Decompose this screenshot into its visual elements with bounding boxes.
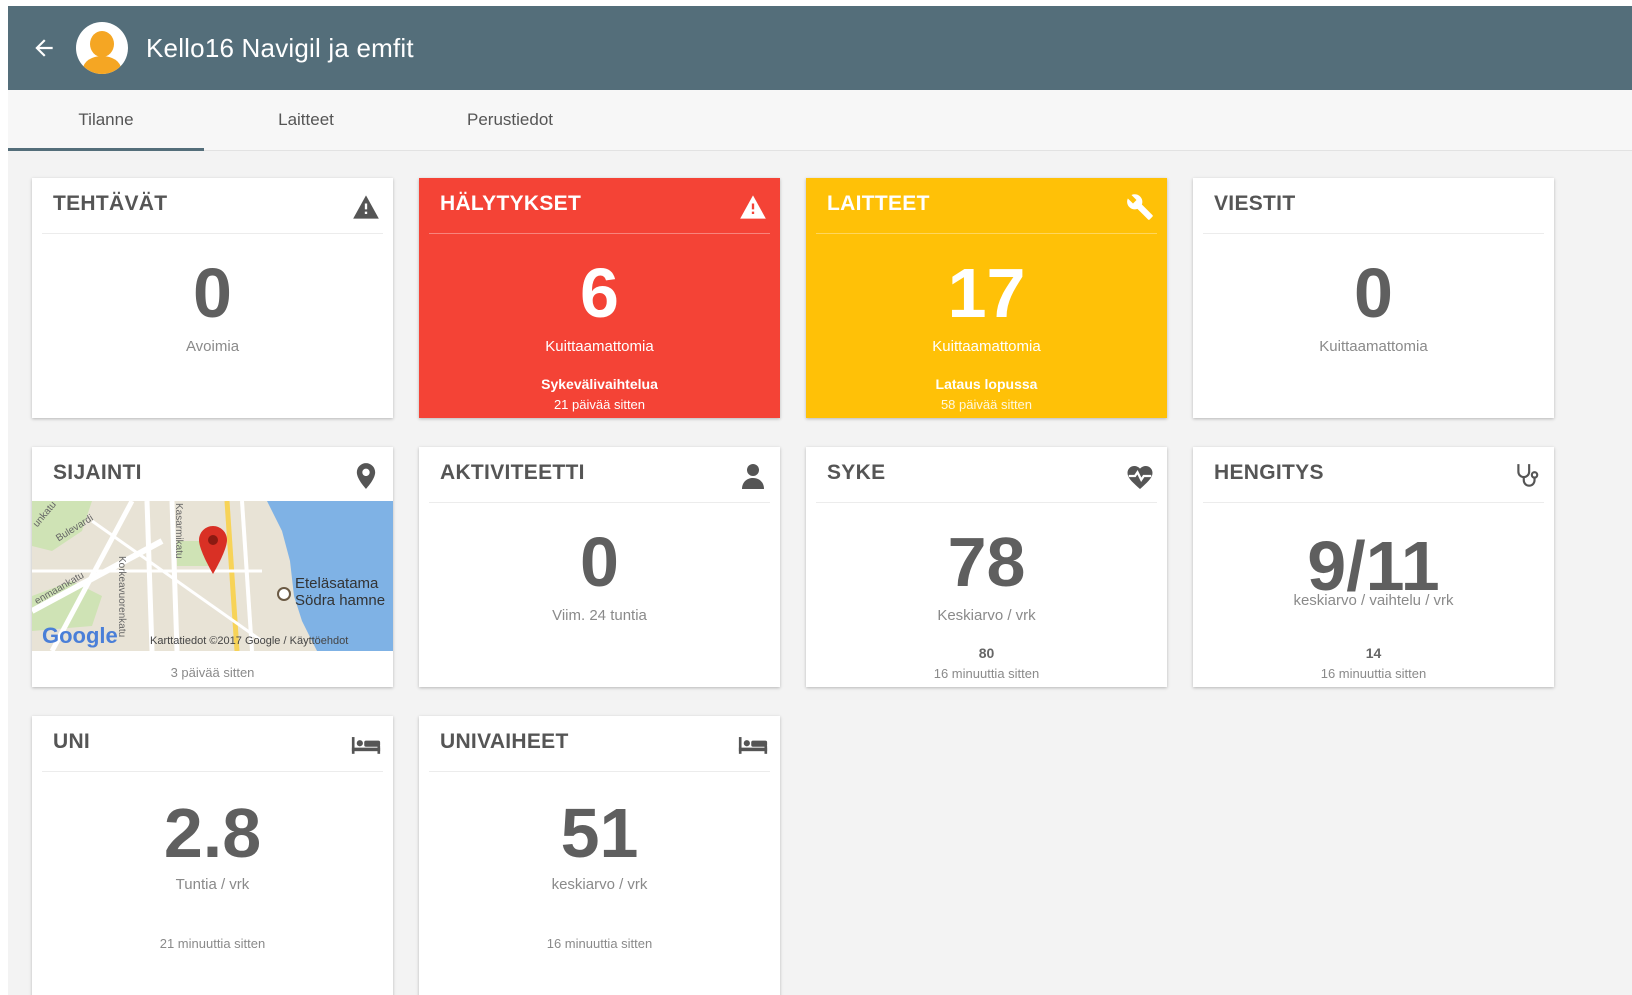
timestamp: 58 päivää sitten — [940, 397, 1033, 412]
google-logo: Google — [42, 623, 118, 648]
card-subtitle: keskiarvo / vrk — [551, 876, 648, 893]
avatar[interactable] — [76, 22, 128, 74]
card-sijainti[interactable]: SIJAINTI Bulevardi Korkeavuorenkatu Kasa… — [32, 447, 393, 687]
card-title: LAITTEET — [827, 192, 930, 215]
card-title: UNI — [53, 730, 91, 753]
card-subtitle: Kuittaamattomia — [1319, 338, 1428, 355]
page-title: Kello16 Navigil ja emfit — [146, 32, 414, 63]
stethoscope-icon — [1512, 461, 1542, 491]
card-subtitle: Viim. 24 tuntia — [552, 607, 647, 624]
card-title: HENGITYS — [1214, 461, 1324, 484]
timestamp: 21 päivää sitten — [553, 397, 646, 412]
card-subtitle: Keskiarvo / vrk — [937, 607, 1036, 624]
card-laitteet[interactable]: LAITTEET 17 Kuittaamattomia Lataus lopus… — [806, 178, 1167, 418]
wrench-icon — [1125, 192, 1155, 222]
bed-icon — [738, 730, 768, 760]
card-univaiheet[interactable]: UNIVAIHEET 51 keskiarvo / vrk 16 minuutt… — [419, 716, 780, 995]
card-tehtavat[interactable]: TEHTÄVÄT 0 Avoimia — [32, 178, 393, 418]
card-title: HÄLYTYKSET — [440, 192, 582, 215]
card-subtitle: keskiarvo / vaihtelu / vrk — [1293, 592, 1454, 609]
card-subtitle: Kuittaamattomia — [932, 338, 1041, 355]
timestamp: 21 minuuttia sitten — [159, 936, 266, 951]
timestamp: 16 minuuttia sitten — [546, 936, 653, 951]
card-halytykset[interactable]: HÄLYTYKSET 6 Kuittaamattomia Sykevälivai… — [419, 178, 780, 418]
location-map[interactable]: Bulevardi Korkeavuorenkatu Kasarmikatu e… — [32, 501, 393, 651]
sleep-value: 2.8 — [163, 794, 262, 872]
map-attribution: Karttatiedot ©2017 Google / Käyttöehdot — [150, 635, 349, 647]
card-title: AKTIVITEETTI — [440, 461, 585, 484]
person-avatar-icon — [90, 31, 114, 57]
card-aktiviteetti[interactable]: AKTIVITEETTI 0 Viim. 24 tuntia — [419, 447, 780, 687]
activity-value: 0 — [580, 523, 619, 601]
latest-heart-rate: 80 — [978, 645, 995, 661]
alert-count: 6 — [580, 254, 619, 332]
arrow-left-icon — [35, 39, 53, 57]
sleep-stages-value: 51 — [560, 794, 639, 872]
card-subtitle: Kuittaamattomia — [545, 338, 654, 355]
card-viestit[interactable]: VIESTIT 0 Kuittaamattomia — [1193, 178, 1554, 418]
heart-rate-value: 78 — [947, 523, 1026, 601]
tab-tilanne[interactable]: Tilanne — [8, 90, 204, 151]
attribution-text: Karttatiedot ©2017 Google — [150, 635, 281, 647]
warning-icon — [351, 192, 381, 222]
poi-icon — [277, 587, 291, 601]
card-title: TEHTÄVÄT — [53, 192, 168, 215]
card-subtitle: Tuntia / vrk — [175, 876, 250, 893]
timestamp: 16 minuuttia sitten — [1320, 666, 1427, 681]
timestamp: 3 päivää sitten — [170, 665, 255, 680]
card-title: VIESTIT — [1214, 192, 1296, 215]
card-uni[interactable]: UNI 2.8 Tuntia / vrk 21 minuuttia sitten — [32, 716, 393, 995]
card-subtitle: Avoimia — [185, 338, 240, 355]
place-label: Södra hamne — [295, 592, 386, 609]
card-title: UNIVAIHEET — [440, 730, 569, 753]
latest-respiration: 14 — [1365, 645, 1382, 661]
message-count: 0 — [1354, 254, 1393, 332]
timestamp: 16 minuuttia sitten — [933, 666, 1040, 681]
street-label: Kasarmikatu — [173, 503, 184, 559]
place-label: Eteläsatama — [295, 575, 379, 592]
warning-icon — [738, 192, 768, 222]
card-title: SYKE — [827, 461, 886, 484]
latest-device-event: Lataus lopussa — [935, 376, 1038, 392]
person-icon — [738, 461, 768, 491]
heart-pulse-icon — [1125, 461, 1155, 491]
back-button[interactable] — [22, 26, 66, 70]
card-title: SIJAINTI — [53, 461, 142, 484]
tab-bar: Tilanne Laitteet Perustiedot — [8, 90, 1632, 151]
terms-link[interactable]: Käyttöehdot — [290, 635, 349, 647]
app-frame: Kello16 Navigil ja emfit Tilanne Laittee… — [8, 6, 1632, 995]
card-hengitys[interactable]: HENGITYS 9/11 keskiarvo / vaihtelu / vrk… — [1193, 447, 1554, 687]
tab-laitteet[interactable]: Laitteet — [208, 90, 404, 150]
card-syke[interactable]: SYKE 78 Keskiarvo / vrk 80 16 minuuttia … — [806, 447, 1167, 687]
tab-perustiedot[interactable]: Perustiedot — [412, 90, 608, 150]
task-count: 0 — [193, 254, 232, 332]
latest-alert: Sykevälivaihtelua — [541, 376, 658, 392]
location-pin-icon — [351, 461, 381, 491]
app-bar: Kello16 Navigil ja emfit — [8, 6, 1632, 90]
device-count: 17 — [947, 254, 1026, 332]
bed-icon — [351, 730, 381, 760]
map-marker-icon[interactable] — [198, 525, 228, 580]
